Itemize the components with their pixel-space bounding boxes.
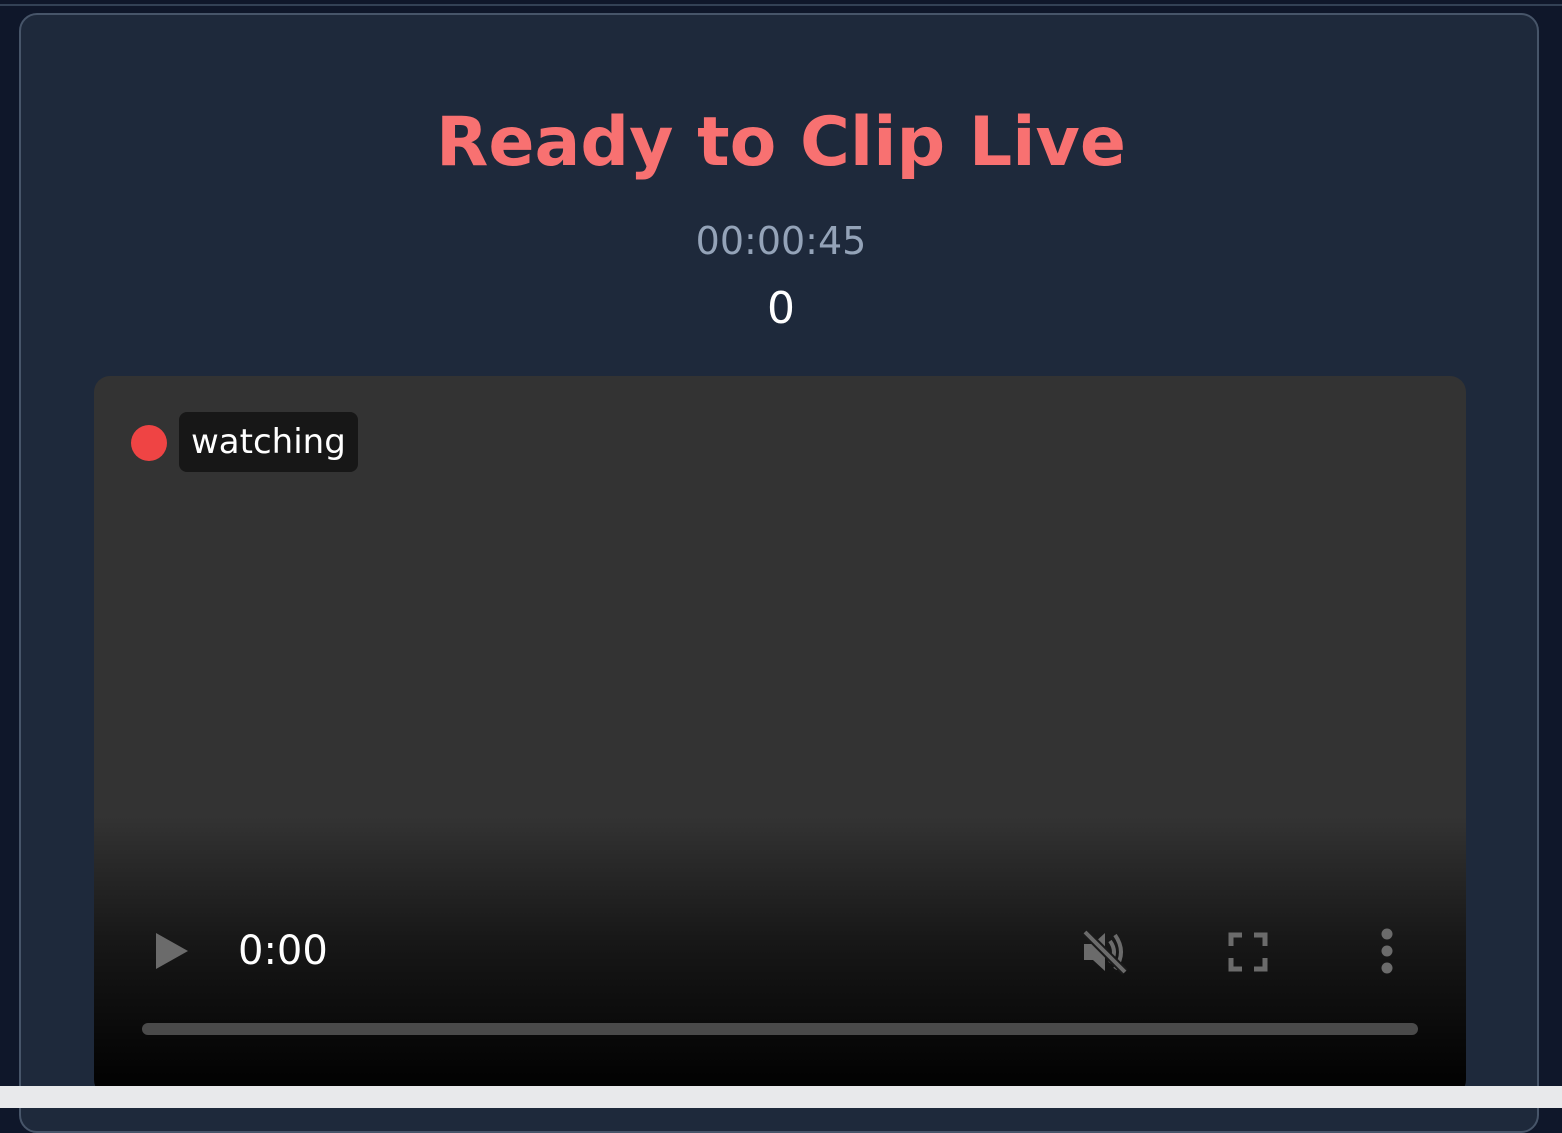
status-badge: watching: [179, 412, 358, 472]
clip-count: 0: [767, 283, 795, 334]
live-indicator-icon: [131, 425, 167, 461]
elapsed-timer: 00:00:45: [695, 219, 867, 263]
fullscreen-icon[interactable]: [1228, 932, 1268, 972]
more-options-icon[interactable]: [1380, 928, 1394, 974]
play-icon[interactable]: [154, 931, 190, 971]
current-time: 0:00: [238, 928, 328, 974]
video-player[interactable]: watching 0:00: [94, 376, 1466, 1096]
seek-bar[interactable]: [142, 1023, 1418, 1035]
page-title: Ready to Clip Live: [436, 103, 1126, 182]
clip-card: Ready to Clip Live 00:00:45 0 watching 0…: [19, 13, 1539, 1133]
muted-volume-icon[interactable]: [1080, 927, 1130, 977]
top-divider: [0, 0, 1562, 6]
browser-bottom-bar: [0, 1086, 1562, 1108]
